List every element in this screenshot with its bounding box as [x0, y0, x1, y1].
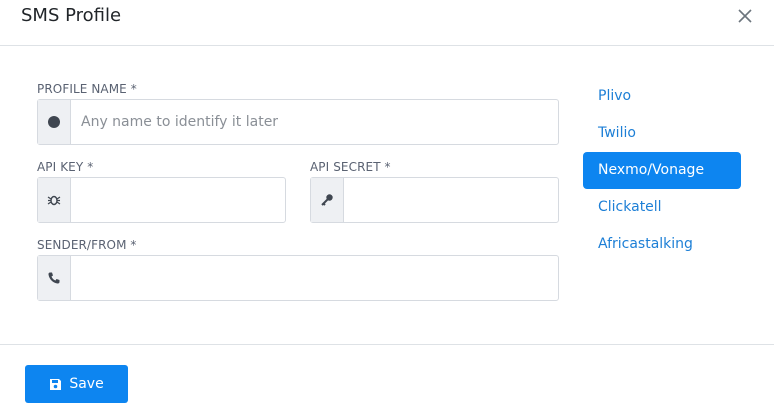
modal-header: SMS Profile — [0, 0, 774, 46]
sender-addon — [38, 256, 71, 300]
api-key-input[interactable] — [71, 178, 285, 222]
sender-label: SENDER/FROM * — [37, 238, 137, 252]
save-button-label: Save — [69, 376, 104, 392]
floppy-disk-icon — [50, 378, 62, 390]
profile-name-input[interactable] — [71, 100, 558, 144]
modal-title: SMS Profile — [21, 5, 122, 26]
provider-nexmo-vonage[interactable]: Nexmo/Vonage — [583, 152, 741, 189]
sender-group — [37, 255, 559, 301]
api-key-label: API KEY * — [37, 160, 94, 174]
save-button[interactable]: Save — [25, 365, 128, 403]
bug-icon — [47, 195, 61, 206]
profile-name-addon — [38, 100, 71, 144]
profile-name-group — [37, 99, 559, 145]
profile-name-label: PROFILE NAME * — [37, 82, 137, 96]
provider-twilio[interactable]: Twilio — [583, 115, 741, 152]
api-key-addon — [38, 178, 71, 222]
key-icon — [321, 194, 333, 206]
api-key-group — [37, 177, 286, 223]
footer-divider — [0, 344, 774, 345]
provider-clickatell[interactable]: Clickatell — [583, 189, 741, 226]
provider-list: Plivo Twilio Nexmo/Vonage Clickatell Afr… — [583, 78, 741, 263]
provider-plivo[interactable]: Plivo — [583, 78, 741, 115]
close-icon[interactable] — [736, 7, 754, 25]
provider-africastalking[interactable]: Africastalking — [583, 226, 741, 263]
circle-icon — [48, 116, 60, 128]
sender-input[interactable] — [71, 256, 558, 300]
api-secret-input[interactable] — [344, 178, 558, 222]
phone-icon — [48, 272, 60, 284]
api-secret-addon — [311, 178, 344, 222]
api-secret-label: API SECRET * — [310, 160, 391, 174]
api-secret-group — [310, 177, 559, 223]
